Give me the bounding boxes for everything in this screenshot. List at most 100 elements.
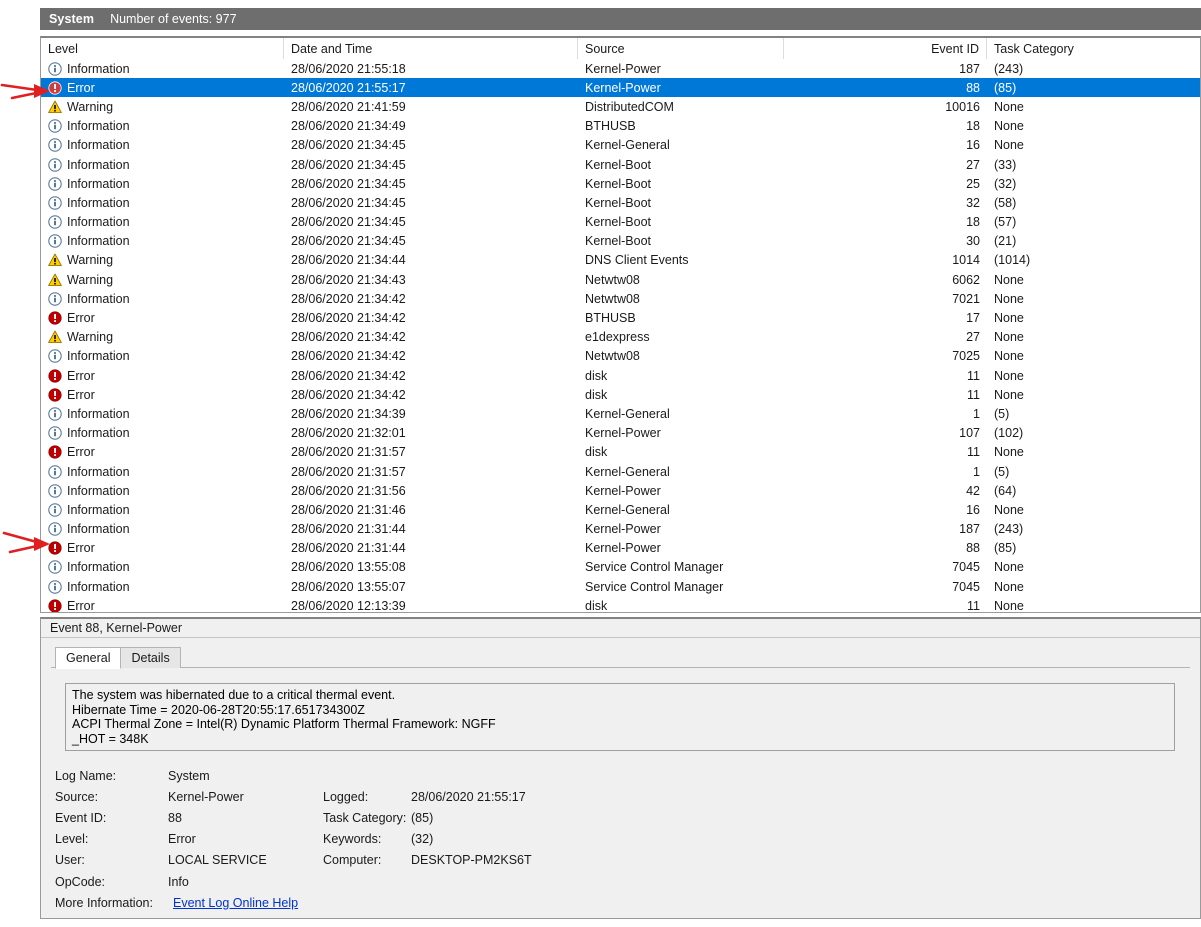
cell-level: Information <box>41 117 284 136</box>
event-detail-title: Event 88, Kernel-Power <box>41 619 1200 638</box>
cell-source: Kernel-Power <box>585 541 661 556</box>
cell-date-and-time: 28/06/2020 21:31:44 <box>291 522 406 537</box>
cell-level: Information <box>41 462 284 481</box>
cell-level: Information <box>41 59 284 78</box>
property-label: Level: <box>55 832 89 847</box>
column-header-task-category[interactable]: Task Category <box>987 38 1200 59</box>
cell-task-category: (85) <box>994 80 1017 95</box>
table-row[interactable]: Information 28/06/2020 21:34:42 Netwtw08 70… <box>41 289 1200 308</box>
table-row[interactable]: Information 28/06/2020 21:55:18 Kernel-Pow… <box>41 59 1200 78</box>
cell-task-category: None <box>994 579 1024 594</box>
tab-general[interactable]: General <box>55 647 122 669</box>
cell-task-category: None <box>994 445 1024 460</box>
cell-source: BTHUSB <box>585 311 636 326</box>
property-value: 88 <box>168 810 182 825</box>
log-header-bar: System Number of events: 977 <box>40 8 1201 30</box>
table-row[interactable]: Information 28/06/2020 21:31:44 Kernel-Pow… <box>41 520 1200 539</box>
property-row: OpCode: Info <box>55 871 755 892</box>
table-row[interactable]: Information 28/06/2020 21:34:39 Kernel-Gen… <box>41 404 1200 423</box>
table-row[interactable]: Warning 28/06/2020 21:34:43 Netwtw08 6062 No… <box>41 270 1200 289</box>
table-row[interactable]: Information 28/06/2020 21:34:45 Kernel-Boo… <box>41 174 1200 193</box>
level-label: Error <box>67 80 95 95</box>
table-row[interactable]: Error 28/06/2020 21:34:42 BTHUSB 17 None <box>41 308 1200 327</box>
information-icon <box>48 119 62 133</box>
cell-level: Information <box>41 289 284 308</box>
column-header-event-id[interactable]: Event ID <box>784 38 987 59</box>
table-row[interactable]: Information 28/06/2020 21:34:49 BTHUSB 18 No… <box>41 117 1200 136</box>
cell-task-category: (102) <box>994 426 1024 441</box>
level-label: Information <box>67 426 130 441</box>
cell-event-id: 1014 <box>952 253 980 268</box>
column-header-source[interactable]: Source <box>578 38 784 59</box>
column-header-level[interactable]: Level <box>41 38 284 59</box>
table-row[interactable]: Information 28/06/2020 21:34:42 Netwtw08 70… <box>41 347 1200 366</box>
cell-task-category: (85) <box>994 541 1017 556</box>
table-row[interactable]: Information 28/06/2020 21:34:45 Kernel-Boo… <box>41 193 1200 212</box>
cell-level: Warning <box>41 97 284 116</box>
property-label-secondary: Task Category: <box>323 810 407 825</box>
information-icon <box>48 464 62 479</box>
table-row[interactable]: Information 28/06/2020 21:32:01 Kernel-Pow… <box>41 424 1200 443</box>
error-icon <box>48 388 62 402</box>
cell-level: Information <box>41 174 284 193</box>
table-row[interactable]: Information 28/06/2020 21:31:57 Kernel-Gen… <box>41 462 1200 481</box>
cell-level: Error <box>41 385 284 404</box>
cell-event-id: 42 <box>966 483 980 498</box>
cell-level: Warning <box>41 251 284 270</box>
cell-task-category: (57) <box>994 215 1017 230</box>
error-icon <box>48 368 62 383</box>
information-icon <box>48 349 62 364</box>
cell-task-category: None <box>994 349 1024 364</box>
table-row[interactable]: Error 28/06/2020 21:34:42 disk 11 None <box>41 385 1200 404</box>
table-row[interactable]: Information 28/06/2020 21:31:46 Kernel-Gen… <box>41 500 1200 519</box>
table-row[interactable]: Error 28/06/2020 21:31:44 Kernel-Power 88 (8… <box>41 539 1200 558</box>
cell-source: Kernel-General <box>585 138 670 153</box>
level-label: Information <box>67 483 130 498</box>
information-icon <box>48 176 62 191</box>
level-label: Information <box>67 579 130 594</box>
cell-event-id: 18 <box>966 119 980 134</box>
tab-details[interactable]: Details <box>120 647 181 668</box>
table-row[interactable]: Warning 28/06/2020 21:34:42 e1dexpress 27 No… <box>41 328 1200 347</box>
cell-task-category: (243) <box>994 61 1024 76</box>
cell-level: Information <box>41 424 284 443</box>
description-line: ACPI Thermal Zone = Intel(R) Dynamic Pla… <box>72 717 496 732</box>
table-row[interactable]: Error 28/06/2020 21:55:17 Kernel-Power 88 (8… <box>41 78 1200 98</box>
table-row[interactable]: Information 28/06/2020 21:34:45 Kernel-Boo… <box>41 155 1200 174</box>
event-log-online-help-link[interactable]: Event Log Online Help <box>173 896 298 910</box>
table-row[interactable]: Information 28/06/2020 13:55:08 Service Co… <box>41 558 1200 577</box>
table-row[interactable]: Information 28/06/2020 21:31:56 Kernel-Pow… <box>41 481 1200 500</box>
property-value-secondary: 28/06/2020 21:55:17 <box>411 789 526 804</box>
cell-source: disk <box>585 598 608 613</box>
table-row[interactable]: Information 28/06/2020 13:55:07 Service Co… <box>41 577 1200 596</box>
cell-event-id: 7025 <box>952 349 980 364</box>
information-icon <box>48 426 62 440</box>
event-description-box[interactable]: The system was hibernated due to a criti… <box>65 683 1175 751</box>
cell-event-id: 1 <box>973 464 980 479</box>
events-count-label: Number of events: 977 <box>110 12 237 26</box>
table-row[interactable]: Error 28/06/2020 21:31:57 disk 11 None <box>41 443 1200 462</box>
table-row[interactable]: Warning 28/06/2020 21:34:44 DNS Client Eve… <box>41 251 1200 270</box>
cell-source: e1dexpress <box>585 330 650 345</box>
cell-event-id: 16 <box>966 502 980 517</box>
cell-date-and-time: 28/06/2020 21:34:42 <box>291 368 406 383</box>
events-list-panel[interactable]: Level Date and Time Source Event ID Task… <box>40 36 1201 613</box>
cell-task-category: None <box>994 272 1024 287</box>
table-row[interactable]: Error 28/06/2020 12:13:39 disk 11 None <box>41 596 1200 613</box>
cell-source: Kernel-Boot <box>585 157 652 172</box>
property-row: Event ID: 88 Task Category: (85) <box>55 807 755 828</box>
information-icon <box>48 215 62 229</box>
property-label: User: <box>55 853 85 868</box>
cell-date-and-time: 28/06/2020 21:34:42 <box>291 330 406 345</box>
table-row[interactable]: Warning 28/06/2020 21:41:59 DistributedCOM… <box>41 97 1200 116</box>
table-row[interactable]: Information 28/06/2020 21:34:45 Kernel-Gen… <box>41 136 1200 155</box>
table-row[interactable]: Information 28/06/2020 21:34:45 Kernel-Boo… <box>41 213 1200 232</box>
cell-level: Error <box>41 366 284 385</box>
cell-task-category: (64) <box>994 483 1017 498</box>
table-row[interactable]: Information 28/06/2020 21:34:45 Kernel-Boo… <box>41 232 1200 251</box>
table-row[interactable]: Error 28/06/2020 21:34:42 disk 11 None <box>41 366 1200 385</box>
column-header-date-and-time[interactable]: Date and Time <box>284 38 578 59</box>
cell-task-category: None <box>994 502 1024 517</box>
events-rows-viewport[interactable]: Information 28/06/2020 21:55:18 Kernel-Pow… <box>41 59 1200 613</box>
cell-level: Information <box>41 520 284 539</box>
